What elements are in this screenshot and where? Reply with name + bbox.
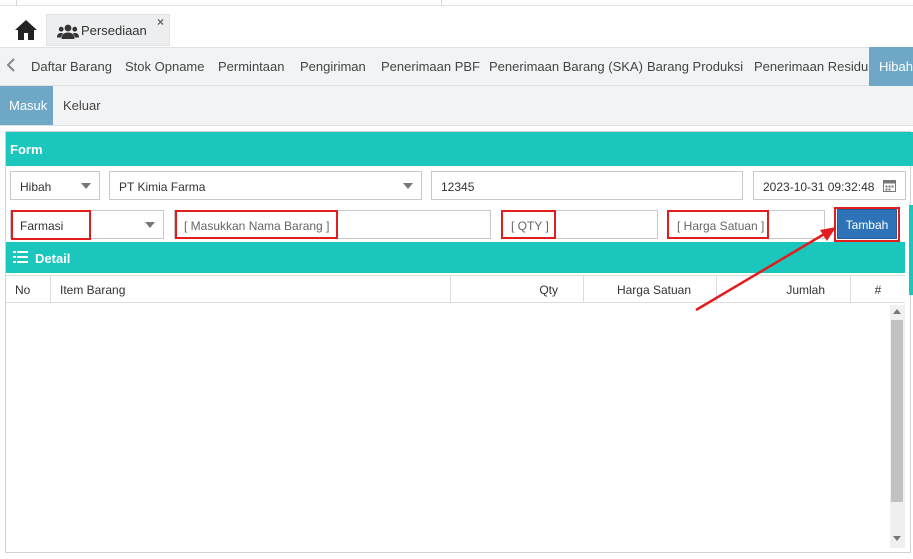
users-icon [57,24,79,40]
module-nav: Daftar Barang Stok Opname Permintaan Pen… [0,47,913,86]
nav-item-pengiriman[interactable]: Pengiriman [300,59,366,74]
number-field[interactable]: 12345 [431,171,743,200]
highlight-box-category [11,210,91,240]
top-strip-segment [0,0,17,6]
datetime-field-value: 2023-10-31 09:32:48 [763,180,875,194]
tab-keluar[interactable]: Keluar [63,98,101,113]
scroll-down-icon[interactable] [893,536,901,541]
close-icon[interactable]: × [157,16,164,28]
column-header-qty: Qty [451,276,584,303]
list-icon [13,251,28,263]
highlight-box-qty [501,210,556,239]
scroll-up-icon[interactable] [893,309,901,314]
tab-masuk[interactable]: Masuk [0,86,53,125]
detail-header: Detail [6,242,905,273]
column-header-amount: Jumlah [717,276,851,303]
nav-item-daftar-barang[interactable]: Daftar Barang [31,59,112,74]
top-strip [0,0,913,6]
caret-down-icon [145,222,155,228]
nav-item-barang-produksi[interactable]: Barang Produksi [647,59,743,74]
home-icon[interactable] [14,19,38,41]
sub-tab-bar: Masuk Keluar [0,86,913,126]
type-select[interactable]: Hibah [10,171,100,200]
detail-title: Detail [35,251,71,266]
column-header-no: No [6,276,51,303]
supplier-select-value: PT Kimia Farma [119,180,206,194]
calendar-icon[interactable] [883,179,896,192]
caret-down-icon [81,183,91,189]
tab-persediaan-label: Persediaan [81,23,147,38]
column-header-actions: # [874,283,882,297]
nav-item-penerimaan-barang-ska[interactable]: Penerimaan Barang (SKA) [489,59,643,74]
nav-item-hibah[interactable]: Hibah [869,47,913,86]
nav-item-stok-opname[interactable]: Stok Opname [125,59,205,74]
column-header-unit-price: Harga Satuan [584,276,717,303]
nav-item-penerimaan-pbf[interactable]: Penerimaan PBF [381,59,480,74]
app-tab-bar: Persediaan × [0,7,913,47]
tab-persediaan[interactable]: Persediaan × [46,14,170,46]
highlight-box-add-button [834,207,900,242]
highlight-box-unit-price [667,210,769,239]
supplier-select[interactable]: PT Kimia Farma [109,171,422,200]
form-header: Form [6,132,913,166]
caret-down-icon [403,183,413,189]
type-select-value: Hibah [20,180,52,194]
datetime-field[interactable]: 2023-10-31 09:32:48 [753,171,906,200]
top-strip-segment [17,0,442,6]
nav-item-penerimaan-residu[interactable]: Penerimaan Residu [754,59,868,74]
right-edge-accent [909,205,913,295]
column-header-item: Item Barang [51,276,451,303]
nav-item-permintaan[interactable]: Permintaan [218,59,284,74]
detail-scrollbar-thumb[interactable] [891,320,903,502]
detail-table-header: No Item Barang Qty Harga Satuan Jumlah # [6,275,905,303]
highlight-box-item-name [175,210,338,239]
number-field-value: 12345 [441,180,475,194]
chevron-left-icon[interactable] [6,57,16,78]
